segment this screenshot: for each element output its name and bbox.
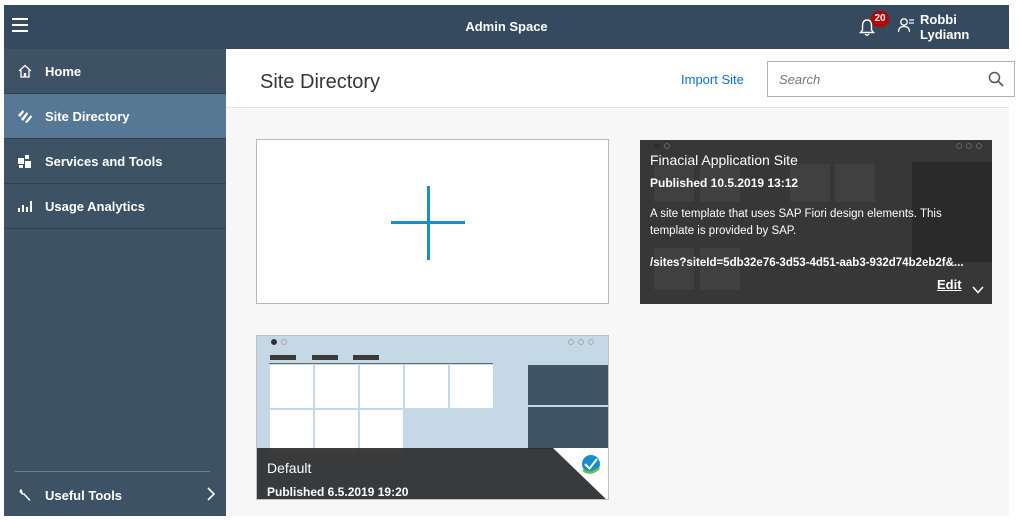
home-icon xyxy=(15,64,35,78)
search-icon[interactable] xyxy=(988,71,1004,92)
page-title: Site Directory xyxy=(260,71,381,93)
window-dots xyxy=(271,339,287,345)
default-site-marker-icon xyxy=(553,448,608,499)
sidebar-item-label: Services and Tools xyxy=(45,153,163,169)
chevron-down-icon[interactable] xyxy=(972,281,984,299)
search-field[interactable] xyxy=(767,61,1015,97)
site-directory-icon xyxy=(15,109,35,123)
site-published-date: Published 10.5.2019 13:12 xyxy=(650,176,799,190)
import-site-link[interactable]: Import Site xyxy=(681,72,744,87)
chevron-right-icon xyxy=(206,487,216,506)
user-icon xyxy=(897,16,915,39)
sidebar-item-label: Usage Analytics xyxy=(45,198,145,214)
useful-tools-item[interactable]: Useful Tools xyxy=(4,477,226,513)
add-site-tile[interactable] xyxy=(256,139,609,304)
shell-header: Admin Space 20 Robbi Lydiann xyxy=(4,5,1009,49)
services-tools-icon xyxy=(15,154,35,169)
page-header: Site Directory Import Site xyxy=(226,49,1015,108)
edit-site-button[interactable]: Edit xyxy=(937,277,962,292)
sidebar-item-home[interactable]: Home xyxy=(4,49,226,94)
useful-tools-label: Useful Tools xyxy=(45,487,123,503)
notification-badge: 20 xyxy=(871,11,889,27)
site-title: Default xyxy=(267,460,312,476)
search-input[interactable] xyxy=(768,62,968,96)
user-menu[interactable]: Robbi Lydiann xyxy=(897,12,1009,42)
sidebar-item-label: Home xyxy=(45,63,82,79)
sidebar-item-usage-analytics[interactable]: Usage Analytics xyxy=(4,184,226,229)
site-tile-financial[interactable]: Finacial Application Site Published 10.5… xyxy=(640,140,992,304)
wrench-icon xyxy=(15,488,35,502)
site-published-date: Published 6.5.2019 19:20 xyxy=(267,485,409,499)
main-content: Site Directory Import Site Finacial Appl… xyxy=(226,49,1015,516)
site-description: A site template that uses SAP Fiori desi… xyxy=(650,208,942,237)
user-name: Robbi Lydiann xyxy=(920,12,970,42)
side-navigation: Home Site Directory Services and Tools U… xyxy=(4,49,226,516)
site-tile-default[interactable]: Default Published 6.5.2019 19:20 xyxy=(256,335,609,500)
sidebar-divider xyxy=(15,471,210,472)
sidebar-item-label: Site Directory xyxy=(45,108,130,124)
analytics-icon xyxy=(15,200,35,212)
site-title: Finacial Application Site xyxy=(650,152,798,168)
sidebar-item-site-directory[interactable]: Site Directory xyxy=(4,94,226,139)
sidebar-item-services-tools[interactable]: Services and Tools xyxy=(4,139,226,184)
site-url[interactable]: /sites?siteId=5db32e76-3d53-4d51-aab3-93… xyxy=(650,257,985,269)
